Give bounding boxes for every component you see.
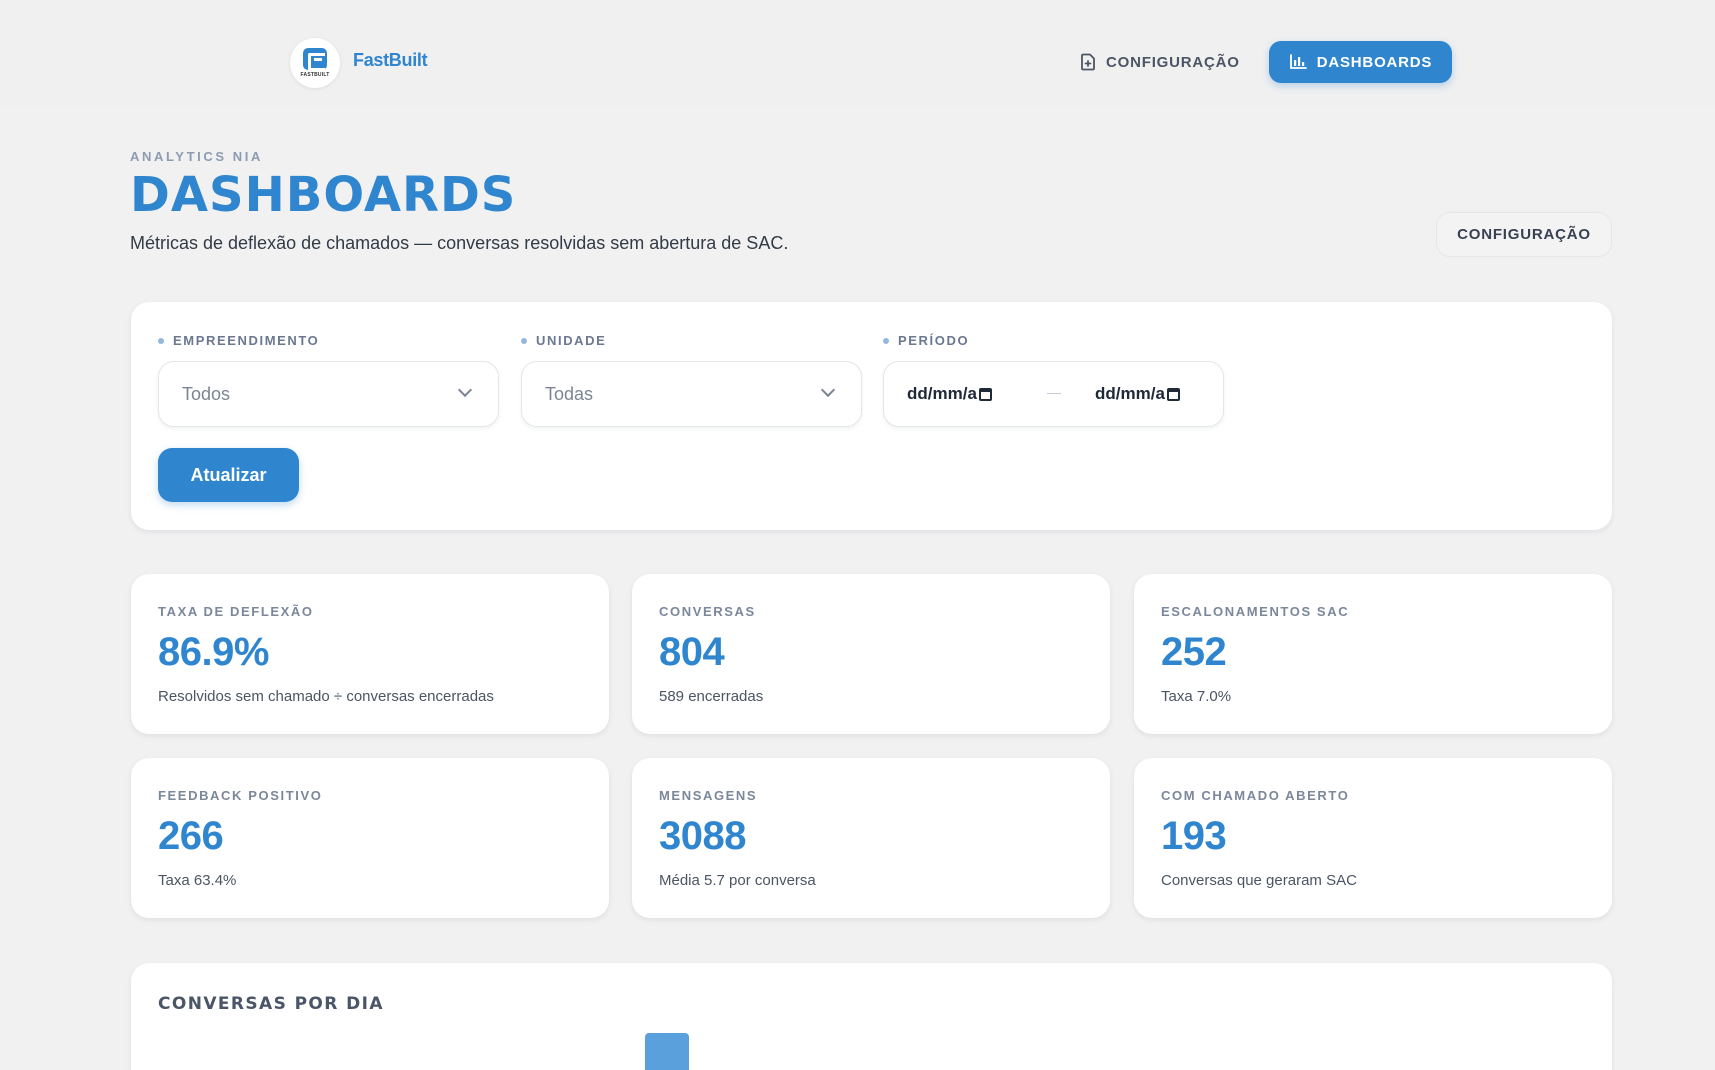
conversas-por-dia-chart: CONVERSAS POR DIA (131, 963, 1612, 1070)
chevron-down-icon (820, 382, 836, 398)
kpi-card-mensagens: MENSAGENS 3088 Média 5.7 por conversa (632, 758, 1110, 918)
empreendimento-selected-value: Todos (182, 383, 231, 404)
date-range-separator (1047, 393, 1061, 394)
empreendimento-select[interactable]: Todos (158, 361, 499, 427)
nav-dashboards[interactable]: DASHBOARDS (1269, 41, 1452, 83)
kpi-description: Taxa 63.4% (158, 872, 237, 889)
kpi-label: CONVERSAS (659, 604, 756, 619)
brand-logo-text: FASTBUILT (300, 72, 330, 78)
periodo-start-placeholder: dd/mm/a (907, 384, 977, 403)
periodo-end-input[interactable]: dd/mm/a (1095, 384, 1180, 404)
empreendimento-label-text: EMPREENDIMENTO (173, 333, 320, 348)
kpi-description: Conversas que geraram SAC (1161, 872, 1357, 889)
brand-name[interactable]: FastBuilt (353, 50, 428, 71)
kpi-value: 86.9% (158, 630, 269, 674)
chevron-down-icon (457, 382, 473, 398)
nav-configuracao[interactable]: CONFIGURAÇÃO (1080, 50, 1240, 74)
kpi-value: 3088 (659, 814, 746, 858)
label-dot-icon (883, 337, 889, 344)
kpi-value: 266 (158, 814, 224, 858)
kpi-label: TAXA DE DEFLEXÃO (158, 604, 314, 619)
unidade-selected-value: Todas (545, 383, 594, 404)
top-navigation-bar (0, 0, 1715, 106)
configuracao-button[interactable]: CONFIGURAÇÃO (1436, 212, 1612, 257)
kpi-card-escalonamentos-sac: ESCALONAMENTOS SAC 252 Taxa 7.0% (1134, 574, 1612, 734)
brand-logo[interactable]: FASTBUILT (290, 38, 340, 88)
kpi-value: 804 (659, 630, 725, 674)
unidade-label-text: UNIDADE (536, 333, 607, 348)
kpi-label: COM CHAMADO ABERTO (1161, 788, 1350, 803)
document-plus-icon (1081, 53, 1095, 71)
page-eyebrow: ANALYTICS NIA (130, 149, 263, 164)
unidade-select[interactable]: Todas (521, 361, 862, 427)
kpi-label: MENSAGENS (659, 788, 758, 803)
periodo-end-placeholder: dd/mm/a (1095, 384, 1165, 403)
kpi-label: ESCALONAMENTOS SAC (1161, 604, 1350, 619)
label-dot-icon (158, 337, 164, 344)
atualizar-button[interactable]: Atualizar (158, 448, 299, 502)
kpi-label: FEEDBACK POSITIVO (158, 788, 323, 803)
page-subtitle: Métricas de deflexão de chamados — conve… (130, 233, 789, 253)
page-title: DASHBOARDS (130, 167, 517, 223)
label-dot-icon (521, 337, 527, 344)
kpi-description: Média 5.7 por conversa (659, 872, 816, 889)
kpi-value: 252 (1161, 630, 1227, 674)
kpi-description: 589 encerradas (659, 688, 764, 705)
periodo-start-input[interactable]: dd/mm/a (907, 384, 992, 404)
chart-bar[interactable] (645, 1033, 689, 1070)
bar-chart-icon (1289, 54, 1307, 69)
kpi-description: Resolvidos sem chamado ÷ conversas encer… (158, 688, 494, 705)
calendar-icon[interactable] (978, 387, 992, 401)
nav-configuracao-label: CONFIGURAÇÃO (1106, 53, 1240, 71)
unidade-filter-label: UNIDADE (521, 333, 606, 348)
kpi-value: 193 (1161, 814, 1227, 858)
filters-panel: EMPREENDIMENTO Todos UNIDADE Todas PERÍO… (131, 302, 1612, 530)
periodo-range: dd/mm/a dd/mm/a (883, 361, 1224, 427)
kpi-card-taxa-deflexao: TAXA DE DEFLEXÃO 86.9% Resolvidos sem ch… (131, 574, 609, 734)
chart-title: CONVERSAS POR DIA (158, 994, 384, 1014)
kpi-description: Taxa 7.0% (1161, 688, 1232, 705)
brand-logo-icon (303, 48, 327, 71)
kpi-card-com-chamado-aberto: COM CHAMADO ABERTO 193 Conversas que ger… (1134, 758, 1612, 918)
calendar-icon[interactable] (1166, 387, 1180, 401)
periodo-filter-label: PERÍODO (883, 333, 969, 348)
periodo-label-text: PERÍODO (898, 333, 970, 348)
kpi-card-feedback-positivo: FEEDBACK POSITIVO 266 Taxa 63.4% (131, 758, 609, 918)
kpi-card-conversas: CONVERSAS 804 589 encerradas (632, 574, 1110, 734)
empreendimento-filter-label: EMPREENDIMENTO (158, 333, 319, 348)
nav-dashboards-label: DASHBOARDS (1316, 53, 1433, 71)
